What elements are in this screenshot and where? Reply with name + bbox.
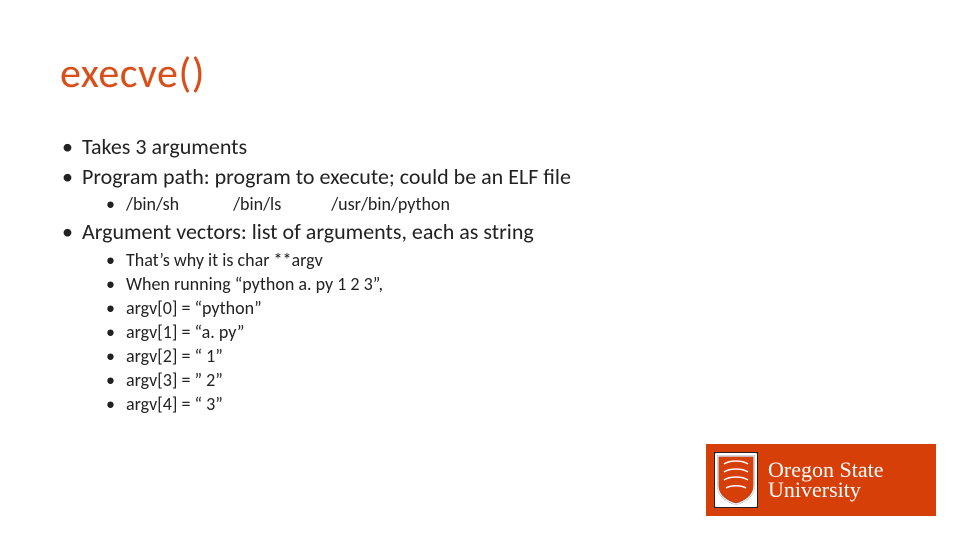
bullet-subitem: argv[0] = “python”	[82, 297, 900, 320]
osu-logo: Oregon State University	[706, 444, 936, 516]
bullet-text: argv[4] = “ 3”	[126, 393, 223, 415]
bullet-list-level2: That’s why it is char **argv When runnin…	[82, 249, 900, 416]
bullet-subitem: When running “python a. py 1 2 3”,	[82, 273, 900, 296]
path-example: /bin/sh	[126, 193, 179, 216]
bullet-text: When running “python a. py 1 2 3”,	[126, 273, 383, 295]
slide: execve() Takes 3 arguments Program path:…	[0, 0, 960, 540]
bullet-text: argv[0] = “python”	[126, 297, 262, 319]
logo-text: Oregon State University	[768, 459, 883, 502]
bullet-subitem: argv[3] = ” 2”	[82, 369, 900, 392]
bullet-subitem: argv[4] = “ 3”	[82, 393, 900, 416]
path-examples-row: /bin/sh /bin/ls /usr/bin/python	[126, 193, 900, 216]
slide-body: Takes 3 arguments Program path: program …	[60, 133, 900, 416]
path-example: /usr/bin/python	[331, 193, 450, 216]
bullet-subitem: argv[1] = “a. py”	[82, 321, 900, 344]
bullet-text: Argument vectors: list of arguments, eac…	[82, 218, 534, 245]
path-example: /bin/ls	[233, 193, 281, 216]
bullet-text: argv[2] = “ 1”	[126, 345, 223, 367]
bullet-item: Argument vectors: list of arguments, eac…	[60, 218, 900, 415]
bullet-text: That’s why it is char **argv	[126, 249, 323, 271]
bullet-list-level1: Takes 3 arguments Program path: program …	[60, 133, 900, 416]
bullet-subitem: That’s why it is char **argv	[82, 249, 900, 272]
bullet-text: argv[1] = “a. py”	[126, 321, 244, 343]
logo-line2: University	[768, 479, 883, 501]
bullet-text: Takes 3 arguments	[82, 133, 247, 160]
bullet-text: Program path: program to execute; could …	[82, 163, 571, 190]
bullet-text: argv[3] = ” 2”	[126, 369, 223, 391]
bullet-item: Program path: program to execute; could …	[60, 163, 900, 216]
shield-icon	[714, 452, 758, 508]
slide-title: execve()	[60, 48, 900, 99]
bullet-list-level2: /bin/sh /bin/ls /usr/bin/python	[82, 193, 900, 216]
bullet-subitem: /bin/sh /bin/ls /usr/bin/python	[82, 193, 900, 216]
bullet-subitem: argv[2] = “ 1”	[82, 345, 900, 368]
bullet-item: Takes 3 arguments	[60, 133, 900, 161]
